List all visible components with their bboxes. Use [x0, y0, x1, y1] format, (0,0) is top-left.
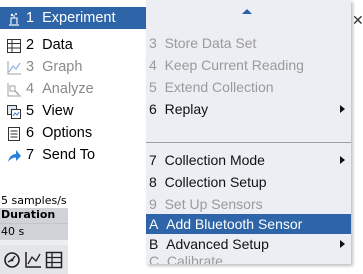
graph-view-icon[interactable]: [24, 251, 42, 269]
menu-item-label: View: [42, 103, 74, 119]
submenu-item-label: Calibrate: [166, 254, 223, 264]
submenu-item-label: Advanced Setup: [166, 236, 269, 252]
menu-item-view[interactable]: 5 View: [0, 100, 146, 122]
meter-icon[interactable]: [3, 251, 21, 269]
submenu-item-label: Keep Current Reading: [164, 57, 304, 73]
duration-box: Duration 40 s: [0, 208, 68, 240]
menu-item-number: 3: [26, 59, 35, 75]
submenu-item-collection-setup[interactable]: 8 Collection Setup: [146, 172, 351, 192]
menu-item-label: Options: [42, 125, 93, 141]
sample-rate-text: 5 samples/s: [1, 194, 67, 207]
submenu-item-add-bluetooth-sensor[interactable]: A Add Bluetooth Sensor: [146, 214, 351, 234]
submenu-item-key: A: [149, 216, 159, 232]
submenu-item-key: 7: [149, 152, 157, 168]
view-icon: [7, 104, 21, 119]
send-icon: [7, 148, 21, 162]
submenu-item-replay[interactable]: 6 Replay: [146, 99, 351, 119]
submenu-item-key: 3: [149, 35, 157, 51]
table-view-icon[interactable]: [45, 251, 63, 269]
analyze-icon: [7, 82, 21, 97]
duration-label: Duration: [1, 208, 56, 221]
graph-icon: [7, 60, 21, 75]
menu-item-label: Data: [42, 37, 73, 53]
submenu-arrow-icon: [340, 156, 345, 164]
submenu-item-label: Store Data Set: [164, 35, 257, 51]
main-menu: 1 Experiment 2 Data 3 Graph 4 Analyze 5 …: [0, 0, 146, 194]
submenu-arrow-icon: [340, 240, 345, 248]
submenu-item-label: Set Up Sensors: [164, 196, 263, 212]
submenu-item-label: Replay: [164, 101, 209, 117]
background-area: [351, 0, 363, 274]
menu-item-experiment[interactable]: 1 Experiment: [0, 7, 146, 29]
submenu-item-collection-mode[interactable]: 7 Collection Mode: [146, 150, 351, 170]
menu-item-number: 4: [26, 81, 35, 97]
menu-item-label: Experiment: [42, 10, 116, 26]
submenu-item-label: Collection Mode: [164, 152, 265, 168]
submenu-item-extend-collection[interactable]: 5 Extend Collection: [146, 77, 351, 97]
submenu-item-key: B: [149, 236, 159, 252]
submenu-arrow-icon: [340, 105, 345, 113]
rate-row: 5 samples/s: [0, 194, 68, 208]
menu-item-number: 5: [26, 103, 35, 119]
menu-item-options[interactable]: 6 Options: [0, 122, 146, 144]
submenu-item-key: C: [149, 254, 160, 264]
menu-item-number: 7: [26, 147, 35, 163]
experiment-icon: [7, 11, 21, 26]
submenu-item-label: Add Bluetooth Sensor: [166, 216, 303, 232]
menu-separator: [146, 142, 351, 143]
menu-item-number: 2: [26, 37, 35, 53]
submenu-item-label: Extend Collection: [164, 79, 274, 95]
close-icon[interactable]: ✕: [352, 13, 363, 29]
menu-item-label: Analyze: [42, 81, 94, 97]
submenu-item-key: 4: [149, 57, 157, 73]
submenu-item-store-data-set[interactable]: 3 Store Data Set: [146, 33, 351, 53]
menu-item-send-to[interactable]: 7 Send To: [0, 144, 146, 166]
submenu-item-key: 9: [149, 196, 157, 212]
submenu-item-key: 8: [149, 174, 157, 190]
menu-item-number: 6: [26, 125, 35, 141]
submenu-item-set-up-sensors[interactable]: 9 Set Up Sensors: [146, 194, 351, 214]
submenu-item-calibrate[interactable]: C Calibrate: [146, 254, 351, 264]
scroll-up-icon[interactable]: [242, 9, 252, 14]
experiment-submenu: 3 Store Data Set 4 Keep Current Reading …: [146, 0, 351, 264]
submenu-item-label: Collection Setup: [164, 174, 267, 190]
duration-value: 40 s: [1, 225, 25, 238]
submenu-item-keep-current-reading[interactable]: 4 Keep Current Reading: [146, 55, 351, 75]
submenu-item-advanced-setup[interactable]: B Advanced Setup: [146, 234, 351, 254]
experiment-details-panel: 5 samples/s Duration 40 s: [0, 194, 68, 274]
menu-item-analyze[interactable]: 4 Analyze: [0, 78, 146, 100]
menu-item-data[interactable]: 2 Data: [0, 34, 146, 56]
menu-item-label: Send To: [42, 147, 96, 163]
menu-item-graph[interactable]: 3 Graph: [0, 56, 146, 78]
divider: [0, 223, 68, 224]
submenu-item-key: 6: [149, 101, 157, 117]
menu-item-number: 1: [26, 10, 35, 26]
table-icon: [7, 38, 21, 53]
menu-item-label: Graph: [42, 59, 83, 75]
options-icon: [7, 126, 21, 141]
submenu-item-key: 5: [149, 79, 157, 95]
toolbar-divider: [0, 240, 68, 245]
